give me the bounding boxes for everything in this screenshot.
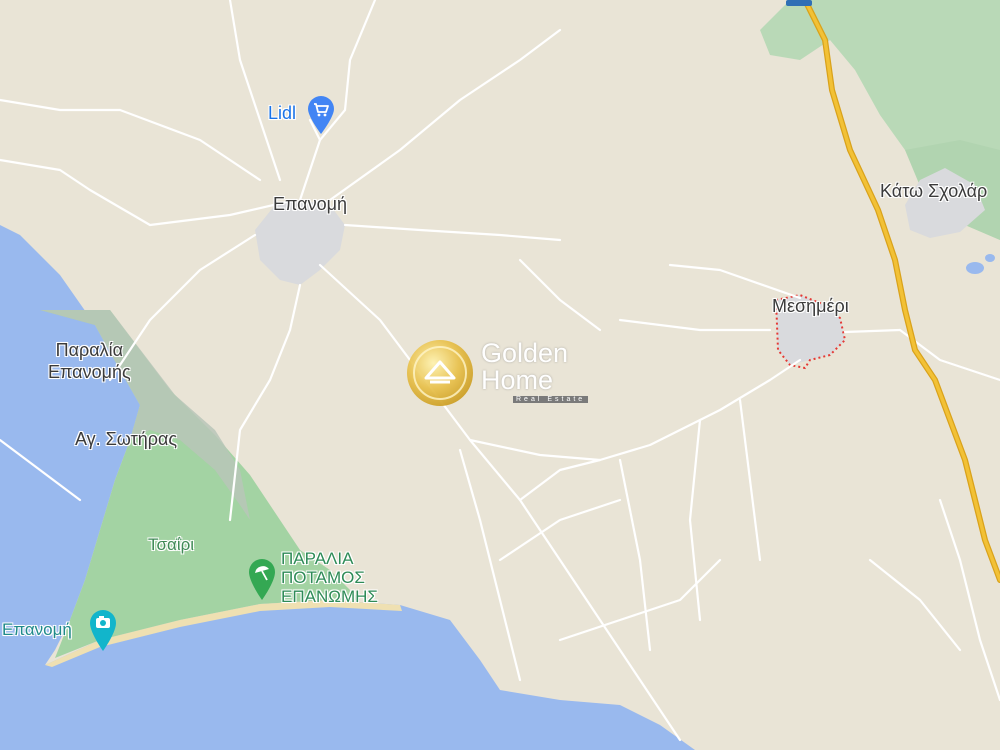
label-paralia-epanomis[interactable]: Παραλία Επανομής: [48, 340, 131, 383]
lake: [966, 262, 984, 274]
shopping-cart-icon: [308, 96, 334, 134]
map-canvas[interactable]: Lidl Επανομή Κάτω Σχολάρ Μεσημέρι Παραλί…: [0, 0, 1000, 750]
beach-umbrella-icon: [249, 559, 275, 600]
watermark-line1: Golden: [481, 338, 569, 368]
camera-icon: [90, 610, 116, 651]
lake: [985, 254, 995, 262]
label-ag-sotiras[interactable]: Αγ. Σωτήρας: [75, 429, 177, 451]
photo-spot-pin[interactable]: [88, 608, 118, 651]
golden-home-watermark: Golden Home Real Estate: [405, 338, 605, 410]
label-paralia-potamos[interactable]: ΠΑΡΑΛΙΑ ΠΟΤΑΜΟΣ ΕΠΑΝΩΜΗΣ: [281, 549, 378, 606]
label-epanomi-beach[interactable]: Επανομή: [2, 620, 72, 640]
label-lidl[interactable]: Lidl: [268, 103, 296, 125]
label-mesimeri[interactable]: Μεσημέρι: [772, 296, 849, 318]
lidl-pin[interactable]: [306, 95, 336, 135]
beach-pin[interactable]: [247, 557, 277, 600]
watermark-line2: Home: [481, 365, 554, 395]
golden-home-logo-icon: [407, 340, 473, 406]
label-tsairi[interactable]: Τσαΐρι: [148, 535, 194, 555]
label-epanomi[interactable]: Επανομή: [273, 194, 347, 216]
label-kato-scholari[interactable]: Κάτω Σχολάρ: [880, 181, 987, 203]
watermark-sub: Real Estate: [513, 396, 589, 403]
highway-shield: [786, 0, 812, 6]
